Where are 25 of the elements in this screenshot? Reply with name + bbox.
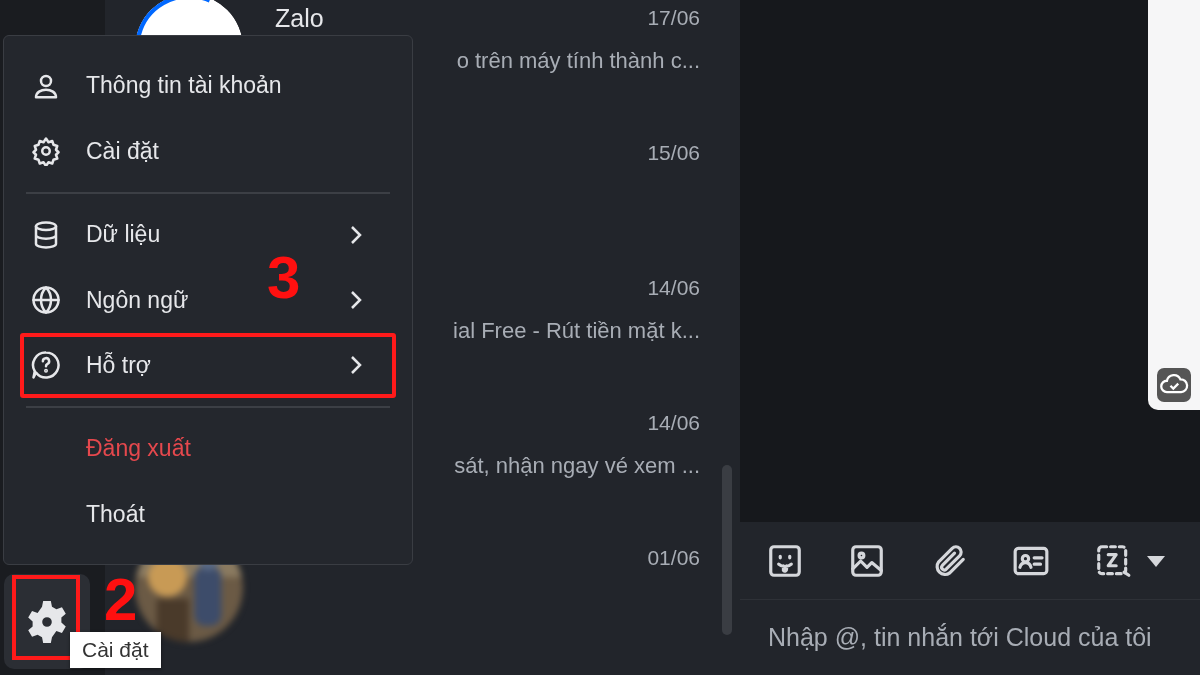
menu-item[interactable]: Hỗ trợ — [86, 351, 151, 379]
globe-icon — [31, 285, 61, 315]
menu-item[interactable]: Đăng xuất — [86, 435, 191, 463]
step-number: 2 — [104, 570, 138, 630]
contact-name: Zalo — [275, 3, 324, 33]
menu-item[interactable]: Ngôn ngữ — [86, 286, 189, 314]
caret-icon[interactable] — [1146, 553, 1166, 568]
message-preview: ial Free - Rút tiền mặt k... — [453, 318, 700, 344]
menu-item[interactable]: Thông tin tài khoản — [86, 72, 282, 100]
message-input[interactable]: Nhập @, tin nhắn tới Cloud của tôi — [740, 600, 1200, 675]
message-date: 01/06 — [647, 546, 700, 570]
message-preview: o trên máy tính thành c... — [456, 48, 700, 74]
menu-item[interactable]: Dữ liệu — [86, 221, 161, 249]
cloud-check-icon[interactable] — [1157, 368, 1191, 402]
settings-icon — [31, 136, 61, 167]
message-preview: sát, nhận ngay vé xem ... — [454, 453, 700, 479]
message-date: 14/06 — [647, 276, 700, 300]
tooltip: Cài đặt — [70, 632, 161, 668]
message-date: 14/06 — [647, 411, 700, 435]
step-number: 3 — [267, 248, 301, 308]
menu-item[interactable]: Cài đặt — [86, 137, 159, 165]
scrollbar[interactable] — [722, 465, 732, 635]
help-icon — [31, 350, 61, 381]
message-date: 17/06 — [647, 6, 700, 30]
menu-item[interactable]: Thoát — [86, 500, 145, 528]
